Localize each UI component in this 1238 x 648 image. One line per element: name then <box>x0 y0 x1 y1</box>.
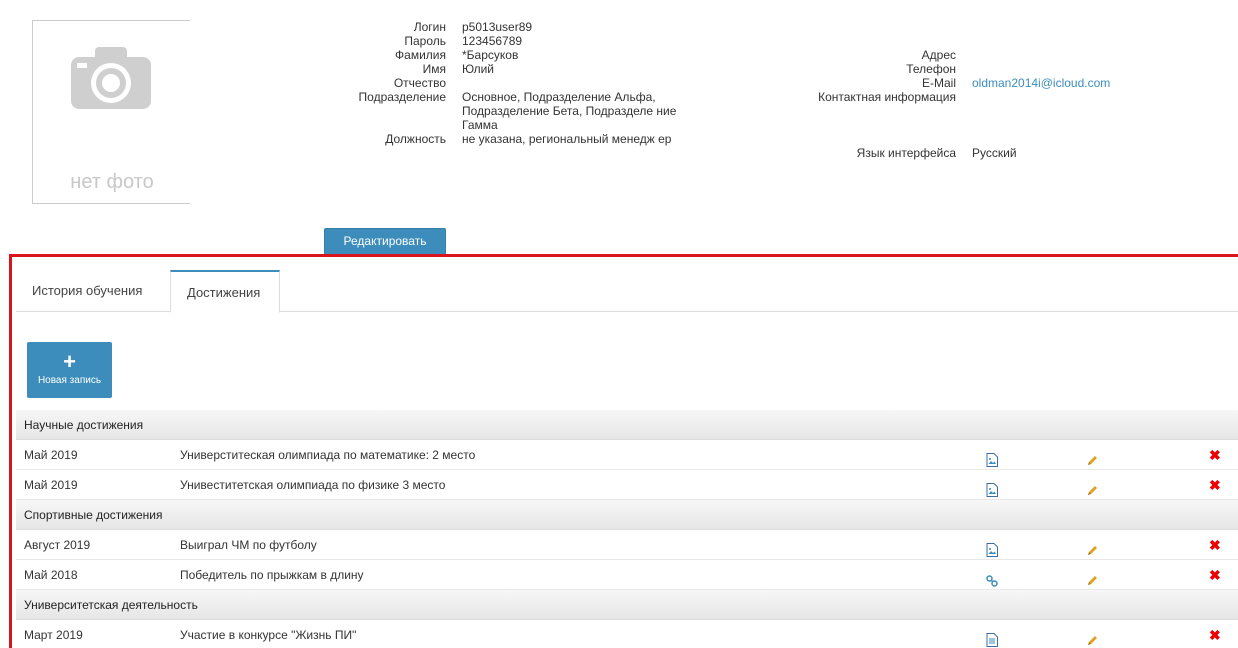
profile-values-left: p5013user89 123456789 *Барсуков Юлий Осн… <box>462 20 702 160</box>
field-value-name: Юлий <box>462 62 494 76</box>
achievement-date: Май 2019 <box>24 478 78 492</box>
field-label-surname: Фамилия <box>395 48 446 62</box>
image-file-icon[interactable] <box>986 448 998 467</box>
field-value-login: p5013user89 <box>462 20 533 34</box>
edit-pencil-icon[interactable] <box>1086 448 1098 465</box>
field-label-name: Имя <box>422 62 446 76</box>
profile-labels-right: Адрес Телефон E-Mail Контактная информац… <box>760 48 956 160</box>
field-value-email[interactable]: oldman2014i@icloud.com <box>972 76 1232 90</box>
edit-pencil-icon[interactable] <box>1086 628 1098 645</box>
edit-pencil-icon[interactable] <box>1086 478 1098 495</box>
edit-pencil-icon[interactable] <box>1086 538 1098 555</box>
edit-profile-button[interactable]: Редактировать <box>324 228 446 255</box>
profile-values-right: oldman2014i@icloud.com Русский <box>972 48 1232 160</box>
profile-photo-placeholder: нет фото <box>32 20 190 204</box>
achievement-title: Унивеститетская олимпиада по физике 3 ме… <box>180 478 446 492</box>
tab-learning-history[interactable]: История обучения <box>16 270 170 313</box>
no-photo-label: нет фото <box>70 171 154 193</box>
field-label-email: E-Mail <box>921 76 956 90</box>
edit-pencil-icon[interactable] <box>1086 568 1098 585</box>
new-entry-button[interactable]: + Новая запись <box>27 342 112 398</box>
field-label-contact-info: Контактная информация <box>818 90 956 104</box>
delete-icon[interactable]: ✖ <box>1209 470 1221 500</box>
field-value-department: Основное, Подразделение Альфа, Подраздел… <box>462 90 677 132</box>
field-label-position: Должность <box>385 132 446 146</box>
achievements-table: Научные достижения Май 2019 Универститеска… <box>16 410 1238 648</box>
image-file-icon[interactable] <box>986 538 998 557</box>
image-file-icon[interactable] <box>986 478 998 497</box>
new-entry-label: Новая запись <box>37 375 102 386</box>
field-value-address <box>972 48 1232 62</box>
field-label-address: Адрес <box>921 48 956 62</box>
table-row: Май 2019 Унивеститетская олимпиада по физ… <box>16 470 1238 500</box>
delete-icon[interactable]: ✖ <box>1209 560 1221 590</box>
field-value-patronymic <box>462 76 702 90</box>
field-label-login: Логин <box>413 20 446 34</box>
field-value-phone <box>972 62 1232 76</box>
table-row: Май 2018 Победитель по прыжкам в длину ✖ <box>16 560 1238 590</box>
document-icon[interactable] <box>986 628 998 647</box>
delete-icon[interactable]: ✖ <box>1209 530 1221 560</box>
field-value-interface-language: Русский <box>972 146 1017 160</box>
group-header: Университетская деятельность <box>16 590 1238 620</box>
group-header: Спортивные достижения <box>16 500 1238 530</box>
delete-icon[interactable]: ✖ <box>1209 620 1221 648</box>
tab-achievements[interactable]: Достижения <box>170 270 280 313</box>
achievement-date: Май 2019 <box>24 448 78 462</box>
field-value-surname: *Барсуков <box>462 48 519 62</box>
achievement-title: Выиграл ЧМ по футболу <box>180 538 317 552</box>
achievement-date: Август 2019 <box>24 538 91 552</box>
camera-icon <box>71 47 151 109</box>
field-label-phone: Телефон <box>906 62 956 76</box>
field-label-password: Пароль <box>404 34 446 48</box>
table-row: Март 2019 Участие в конкурсе "Жизнь ПИ" ✖ <box>16 620 1238 648</box>
field-label-department: Подразделение <box>358 90 446 104</box>
link-icon[interactable] <box>986 568 998 587</box>
tab-bar: История обучения Достижения <box>16 270 1238 313</box>
field-label-patronymic: Отчество <box>393 76 446 90</box>
field-value-position: не указана, региональный менедж ер <box>462 132 672 146</box>
achievement-title: Победитель по прыжкам в длину <box>180 568 364 582</box>
field-value-password: 123456789 <box>462 34 523 48</box>
field-value-contact-info <box>972 90 1232 146</box>
achievement-title: Универститеская олимпиада по математике:… <box>180 448 476 462</box>
achievement-date: Май 2018 <box>24 568 78 582</box>
group-header: Научные достижения <box>16 410 1238 440</box>
field-label-interface-language: Язык интерфейса <box>856 146 956 160</box>
delete-icon[interactable]: ✖ <box>1209 440 1221 470</box>
achievement-title: Участие в конкурсе "Жизнь ПИ" <box>180 628 357 642</box>
achievement-date: Март 2019 <box>24 628 83 642</box>
profile-labels-left: Логин Пароль Фамилия Имя Отчество Подраз… <box>276 20 446 146</box>
table-row: Август 2019 Выиграл ЧМ по футболу ✖ <box>16 530 1238 560</box>
plus-icon: + <box>63 349 76 374</box>
table-row: Май 2019 Универститеская олимпиада по мат… <box>16 440 1238 470</box>
